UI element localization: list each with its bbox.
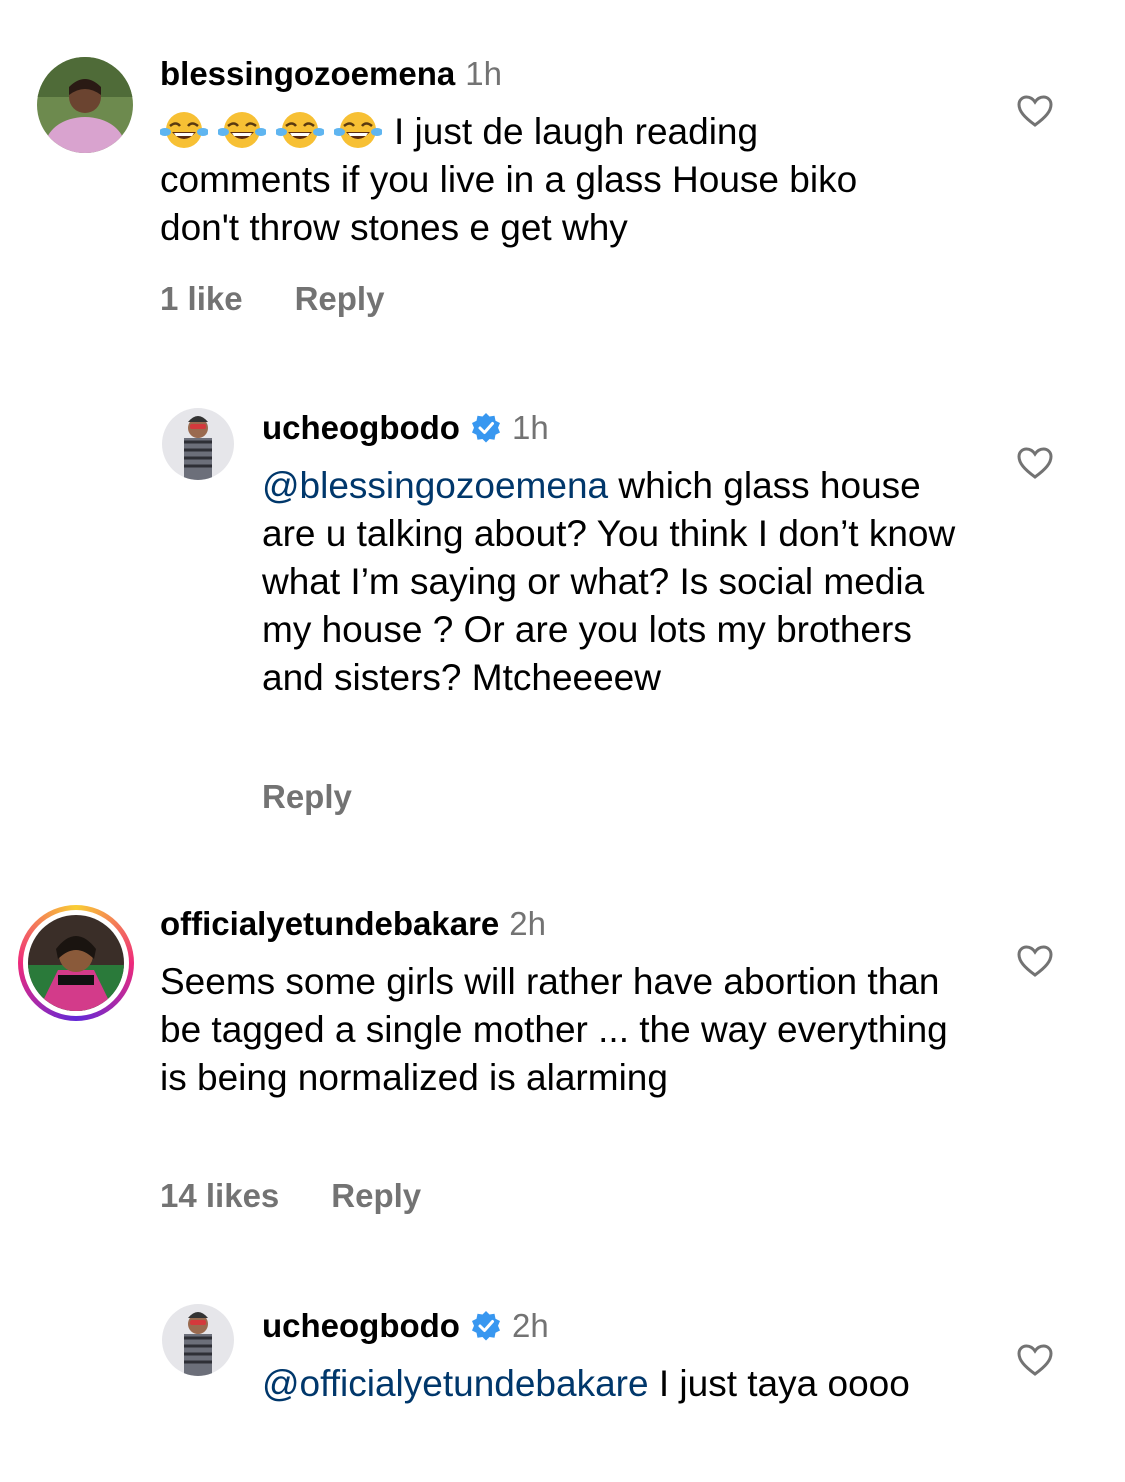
reply-item: ucheogbodo 1h @blessingozoemena which gl… [0,340,1125,860]
comment-header: ucheogbodo 2h [262,1306,549,1346]
comment-actions: 1 like Reply [160,279,384,319]
username[interactable]: officialyetundebakare [160,904,499,944]
comment-header: ucheogbodo 1h [262,408,549,448]
reply-button[interactable]: Reply [331,1176,421,1216]
comment-item: blessingozoemena 1h I just de laugh read… [0,0,1125,340]
reply-item: ucheogbodo 2h @officialyetundebakare I j… [0,1260,1125,1482]
verified-badge-icon [471,1311,500,1341]
like-heart-icon[interactable] [1016,1343,1054,1377]
like-heart-icon[interactable] [1016,944,1054,978]
username[interactable]: blessingozoemena [160,54,455,94]
timestamp: 2h [509,905,546,942]
comment-text: @blessingozoemena which glass house are … [262,462,962,702]
comment-text: Seems some girls will rather have aborti… [160,958,970,1102]
story-ring[interactable] [18,905,134,1021]
timestamp: 2h [511,1307,549,1344]
emoji-group [160,110,382,150]
avatar[interactable] [162,408,234,480]
laughing-emoji-icon [160,112,208,148]
mention-link[interactable]: @officialyetundebakare [262,1363,649,1404]
timestamp: 1h [465,55,502,92]
comment-actions: 14 likes Reply [160,1176,421,1216]
like-heart-icon[interactable] [1016,94,1054,128]
username[interactable]: ucheogbodo [262,1306,460,1346]
timestamp: 1h [511,409,549,446]
like-heart-icon[interactable] [1016,446,1054,480]
comment-item: officialyetundebakare 2h Seems some girl… [0,860,1125,1260]
comment-body: Seems some girls will rather have aborti… [160,961,948,1098]
verified-badge-icon [471,413,500,443]
laughing-emoji-icon [276,112,324,148]
likes-count[interactable]: 1 like [160,279,243,319]
laughing-emoji-icon [218,112,266,148]
reply-button[interactable]: Reply [295,279,385,319]
comment-actions: Reply [262,777,352,817]
laughing-emoji-icon [334,112,382,148]
avatar[interactable] [162,1304,234,1376]
comment-header: officialyetundebakare 2h [160,904,546,944]
username[interactable]: ucheogbodo [262,408,460,448]
comment-text: I just de laugh reading comments if you … [160,108,920,252]
comment-text: @officialyetundebakare I just taya oooo [262,1360,962,1408]
reply-button[interactable]: Reply [262,777,352,817]
mention-link[interactable]: @blessingozoemena [262,465,608,506]
comment-body: I just taya oooo [658,1363,910,1404]
avatar[interactable] [37,57,133,153]
likes-count[interactable]: 14 likes [160,1176,279,1216]
avatar[interactable] [28,915,124,1011]
comment-header: blessingozoemena 1h [160,54,502,94]
